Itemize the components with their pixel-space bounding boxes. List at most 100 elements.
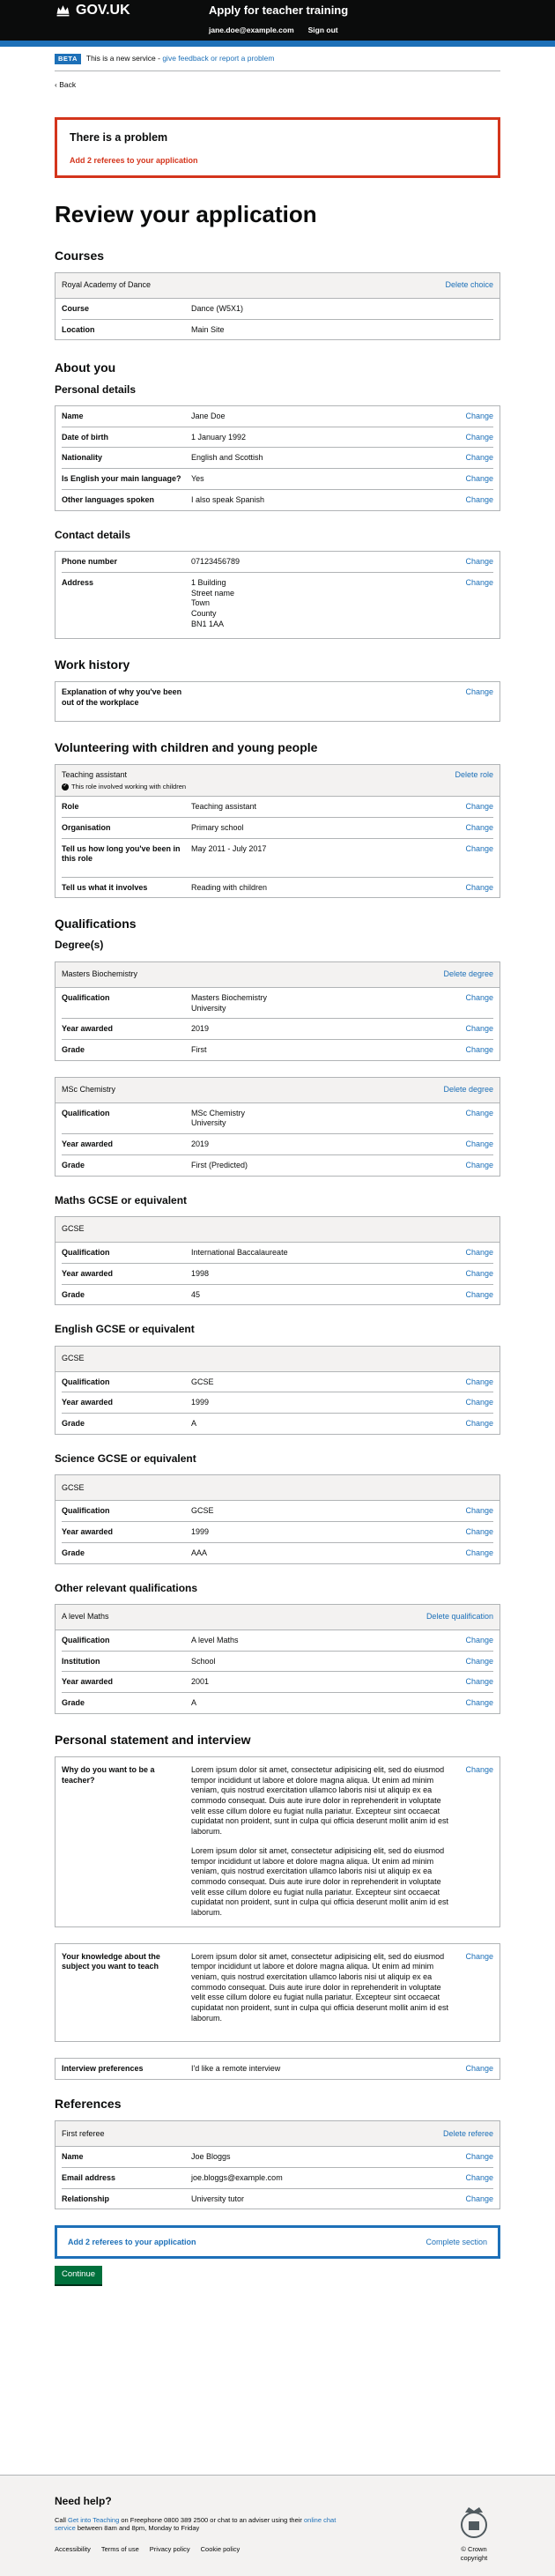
feedback-link[interactable]: give feedback or report a problem [162,54,274,63]
change-link[interactable]: Change [449,2194,493,2205]
role-title: Teaching assistant [62,770,128,780]
row-key: Explanation of why you've been out of th… [62,687,182,707]
row-key: Qualification [62,1108,110,1117]
change-link[interactable]: Change [449,802,493,813]
change-link[interactable]: Change [449,993,493,1013]
error-link[interactable]: Add 2 referees to your application [70,156,485,167]
delete-choice-link[interactable]: Delete choice [445,280,493,291]
complete-section-link[interactable]: Complete section [426,2238,487,2248]
row-key: Location [62,324,95,334]
change-link[interactable]: Change [449,433,493,443]
crown-copyright[interactable]: © Crown copyright [448,2545,500,2563]
change-link[interactable]: Change [449,1269,493,1280]
row-key: Grade [62,1698,85,1708]
delete-referee-link[interactable]: Delete referee [443,2129,493,2140]
summary-row: Year awarded 2001 Change [62,1672,493,1694]
row-value: International Baccalaureate [191,1248,288,1258]
row-key: Phone number [62,557,118,567]
change-link[interactable]: Change [449,844,493,872]
footer-link[interactable]: Privacy policy [150,2545,190,2554]
delete-degree-link[interactable]: Delete degree [443,1085,493,1095]
row-value: University [191,1118,226,1128]
change-link[interactable]: Change [449,1636,493,1646]
gcse-heading: Maths GCSE or equivalent [55,1193,188,1206]
change-link[interactable]: Change [449,2152,493,2163]
change-link[interactable]: Change [449,474,493,485]
footer-link[interactable]: Terms of use [101,2545,139,2554]
row-value: Teaching assistant [191,802,257,812]
summary-row: Nationality English and Scottish Change [62,448,493,470]
change-link[interactable]: Change [449,2064,493,2075]
back-link[interactable]: ‹ Back [55,80,76,90]
degree-title: Masters Biochemistry [62,969,138,979]
change-link[interactable]: Change [449,1698,493,1709]
delete-degree-link[interactable]: Delete degree [443,969,493,980]
change-link[interactable]: Change [449,1765,493,1919]
row-key: Qualification [62,1636,110,1645]
degree-card: Masters Biochemistry Delete degree Qualifi… [55,961,500,1061]
volunteer-card: Teaching assistant ✓ This role involved wo… [55,764,500,899]
summary-row: Role Teaching assistant Change [62,797,493,818]
continue-button[interactable]: Continue [55,2266,103,2284]
change-link[interactable]: Change [449,495,493,506]
row-key: Year awarded [62,1268,114,1278]
get-into-teaching-link[interactable]: Get into Teaching [68,2516,119,2524]
summary-row: Year awarded 1999 Change [62,1392,493,1414]
summary-row: Explanation of why you've been out of th… [62,682,493,721]
row-key: Grade [62,1160,85,1169]
change-link[interactable]: Change [449,2173,493,2184]
change-link[interactable]: Change [449,1109,493,1129]
row-key: Year awarded [62,1677,114,1687]
info-icon: ✓ [62,783,69,791]
change-link[interactable]: Change [449,1377,493,1388]
beta-tag: BETA [55,54,81,64]
row-value: 07123456789 [191,557,240,567]
change-link[interactable]: Change [449,687,493,716]
summary-row: Qualification International Baccalaureate… [62,1243,493,1264]
summary-row: Tell us what it involves Reading with chi… [62,878,493,898]
summary-row: Grade A Change [62,1414,493,1434]
page-title: Review your application [55,200,317,227]
change-link[interactable]: Change [449,1677,493,1688]
change-link[interactable]: Change [449,1548,493,1559]
gcse-title: GCSE [62,1353,85,1362]
change-link[interactable]: Change [449,557,493,568]
change-link[interactable]: Change [449,1506,493,1517]
row-value: Jane Doe [191,412,226,421]
sign-out-link[interactable]: Sign out [308,26,338,35]
change-link[interactable]: Change [449,578,493,634]
change-link[interactable]: Change [449,883,493,894]
change-link[interactable]: Change [449,1024,493,1035]
delete-qualification-link[interactable]: Delete qualification [426,1612,493,1622]
row-key: Tell us how long you've been in this rol… [62,843,181,864]
change-link[interactable]: Change [449,823,493,834]
change-link[interactable]: Change [449,453,493,464]
footer-link[interactable]: Accessibility [55,2545,91,2554]
change-link[interactable]: Change [449,1140,493,1150]
change-link[interactable]: Change [449,1248,493,1258]
gcse-title: GCSE [62,1482,85,1492]
gcse-card: GCSE Qualification GCSE Change Year awarded 1… [55,1474,500,1564]
row-value: English and Scottish [191,453,263,463]
govuk-logo[interactable]: GOV.UK [55,2,130,20]
row-value: 2001 [191,1677,210,1687]
change-link[interactable]: Change [449,1952,493,2024]
change-link[interactable]: Change [449,412,493,422]
service-name[interactable]: Apply for teacher training [209,4,348,19]
row-key: Email address [62,2173,116,2183]
statement-heading: Personal statement and interview [55,1732,251,1747]
change-link[interactable]: Change [449,1161,493,1171]
row-key: Year awarded [62,1398,114,1407]
row-value: A [191,1419,197,1429]
footer-link[interactable]: Cookie policy [201,2545,240,2554]
delete-role-link[interactable]: Delete role [455,770,493,781]
royal-crest-icon [461,2507,487,2538]
change-link[interactable]: Change [449,1419,493,1429]
change-link[interactable]: Change [449,1657,493,1667]
change-link[interactable]: Change [449,1290,493,1301]
change-link[interactable]: Change [449,1398,493,1408]
change-link[interactable]: Change [449,1045,493,1056]
footer: Need help? Call Get into Teaching on Fre… [0,2475,555,2576]
summary-row: Course Dance (W5X1) [62,299,493,320]
change-link[interactable]: Change [449,1527,493,1538]
